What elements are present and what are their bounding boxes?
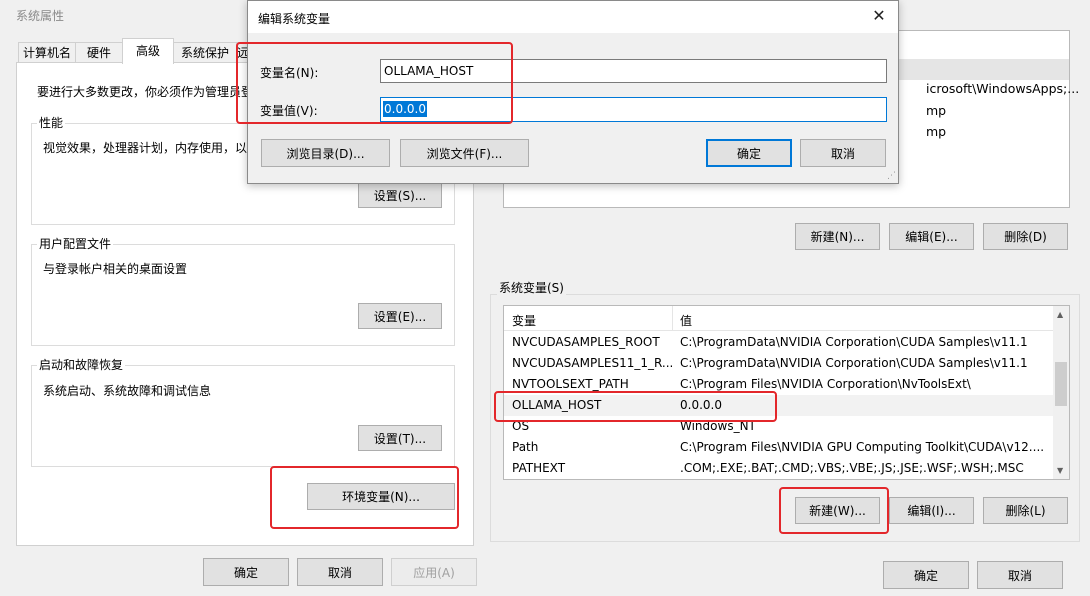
close-icon[interactable]: ✕ (868, 5, 890, 27)
profiles-title: 用户配置文件 (37, 235, 114, 252)
startup-settings-button[interactable]: 设置(T)... (358, 425, 442, 451)
system-new-button[interactable]: 新建(W)... (795, 497, 880, 524)
variable-name-cell: OLLAMA_HOST (512, 398, 602, 412)
scroll-down-icon[interactable]: ▼ (1057, 466, 1063, 475)
resize-grip-icon[interactable]: ⋰ (887, 171, 896, 181)
variable-value-cell: C:\ProgramData\NVIDIA Corporation\CUDA S… (680, 356, 1028, 370)
column-divider[interactable] (672, 306, 673, 330)
table-row[interactable]: OLLAMA_HOST 0.0.0.0 (504, 395, 1053, 416)
user-row-value: mp (926, 124, 947, 139)
envvars-ok-button[interactable]: 确定 (883, 561, 969, 589)
tab-advanced[interactable]: 高级 (122, 38, 174, 64)
system-rows-container: NVCUDASAMPLES_ROOT C:\ProgramData\NVIDIA … (504, 332, 1069, 479)
browse-file-button[interactable]: 浏览文件(F)... (400, 139, 529, 167)
tab-system-protection[interactable]: 系统保护 (173, 42, 237, 63)
table-row[interactable]: NVCUDASAMPLES_ROOT C:\ProgramData\NVIDIA … (504, 332, 1053, 353)
variable-value-input[interactable]: 0.0.0.0 (380, 97, 887, 122)
variable-value-cell: C:\ProgramData\NVIDIA Corporation\CUDA S… (680, 335, 1028, 349)
system-list-scrollbar[interactable]: ▲ ▼ (1053, 306, 1069, 479)
profiles-desc: 与登录帐户相关的桌面设置 (43, 262, 188, 276)
user-edit-button[interactable]: 编辑(E)... (889, 223, 974, 250)
environment-variables-button[interactable]: 环境变量(N)... (307, 483, 455, 510)
tab-hardware[interactable]: 硬件 (75, 42, 123, 63)
sysprops-apply-button[interactable]: 应用(A) (391, 558, 477, 586)
variable-value-cell: Windows_NT (680, 419, 756, 433)
variable-name-input[interactable]: OLLAMA_HOST (380, 59, 887, 83)
variable-name-cell: PATHEXT (512, 461, 566, 475)
system-edit-button[interactable]: 编辑(I)... (889, 497, 974, 524)
sysprops-ok-button[interactable]: 确定 (203, 558, 289, 586)
tab-computer-name[interactable]: 计算机名 (18, 42, 76, 63)
envvars-cancel-button[interactable]: 取消 (977, 561, 1063, 589)
startup-title: 启动和故障恢复 (37, 356, 126, 373)
variable-name-cell: NVCUDASAMPLES_ROOT (512, 335, 660, 349)
window-title: 系统属性 (16, 9, 65, 23)
dialog-ok-button[interactable]: 确定 (706, 139, 792, 167)
list-header: 变量 值 (504, 306, 1053, 331)
user-delete-button[interactable]: 删除(D) (983, 223, 1068, 250)
performance-desc: 视觉效果，处理器计划，内存使用，以 (43, 141, 248, 155)
variable-value-cell: .COM;.EXE;.BAT;.CMD;.VBS;.VBE;.JS;.JSE;.… (680, 461, 1024, 475)
column-header-value[interactable]: 值 (680, 312, 692, 329)
edit-system-variable-dialog: 编辑系统变量 ✕ 变量名(N): OLLAMA_HOST 变量值(V): 0.0… (247, 0, 899, 184)
variable-value-cell: C:\Program Files\NVIDIA Corporation\NvTo… (680, 377, 971, 391)
profiles-settings-button[interactable]: 设置(E)... (358, 303, 442, 329)
variable-name-text: OLLAMA_HOST (384, 64, 474, 78)
system-delete-button[interactable]: 删除(L) (983, 497, 1068, 524)
dialog-titlebar[interactable]: 编辑系统变量 ✕ (248, 1, 898, 33)
sysprops-cancel-button[interactable]: 取消 (297, 558, 383, 586)
user-row-value: icrosoft\WindowsApps;... (926, 81, 1080, 96)
dialog-title: 编辑系统变量 (258, 12, 331, 26)
variable-value-cell: 0.0.0.0 (680, 398, 722, 412)
startup-group (31, 365, 455, 467)
startup-desc: 系统启动、系统故障和调试信息 (43, 384, 212, 398)
table-row[interactable]: NVTOOLSEXT_PATH C:\Program Files\NVIDIA C… (504, 374, 1053, 395)
variable-name-cell: NVTOOLSEXT_PATH (512, 377, 629, 391)
variable-name-cell: NVCUDASAMPLES11_1_R... (512, 356, 672, 370)
variable-value-cell: C:\Program Files\NVIDIA GPU Computing To… (680, 440, 1045, 454)
admin-notice: 要进行大多数更改，你必须作为管理员登 (37, 85, 254, 99)
table-row[interactable]: Path C:\Program Files\NVIDIA GPU Computin… (504, 437, 1053, 458)
variable-value-label: 变量值(V): (260, 104, 318, 118)
variable-value-selected-text: 0.0.0.0 (383, 101, 427, 117)
column-header-variable[interactable]: 变量 (512, 312, 536, 329)
variable-name-cell: OS (512, 419, 530, 433)
variable-name-cell: Path (512, 440, 539, 454)
system-variables-title: 系统变量(S) (497, 279, 566, 296)
table-row[interactable]: PATHEXT .COM;.EXE;.BAT;.CMD;.VBS;.VBE;.JS… (504, 458, 1053, 479)
performance-settings-button[interactable]: 设置(S)... (358, 182, 442, 208)
performance-title: 性能 (37, 114, 66, 131)
table-row[interactable]: NVCUDASAMPLES11_1_R... C:\ProgramData\NVI… (504, 353, 1053, 374)
variable-name-label: 变量名(N): (260, 66, 319, 80)
scroll-thumb[interactable] (1055, 362, 1067, 406)
user-row-value: mp (926, 103, 947, 118)
dialog-cancel-button[interactable]: 取消 (800, 139, 886, 167)
scroll-up-icon[interactable]: ▲ (1057, 310, 1063, 319)
table-row[interactable]: OS Windows_NT (504, 416, 1053, 437)
user-new-button[interactable]: 新建(N)... (795, 223, 880, 250)
system-variables-list[interactable]: 变量 值 NVCUDASAMPLES_ROOT C:\ProgramData\NV… (503, 305, 1070, 480)
browse-directory-button[interactable]: 浏览目录(D)... (261, 139, 390, 167)
